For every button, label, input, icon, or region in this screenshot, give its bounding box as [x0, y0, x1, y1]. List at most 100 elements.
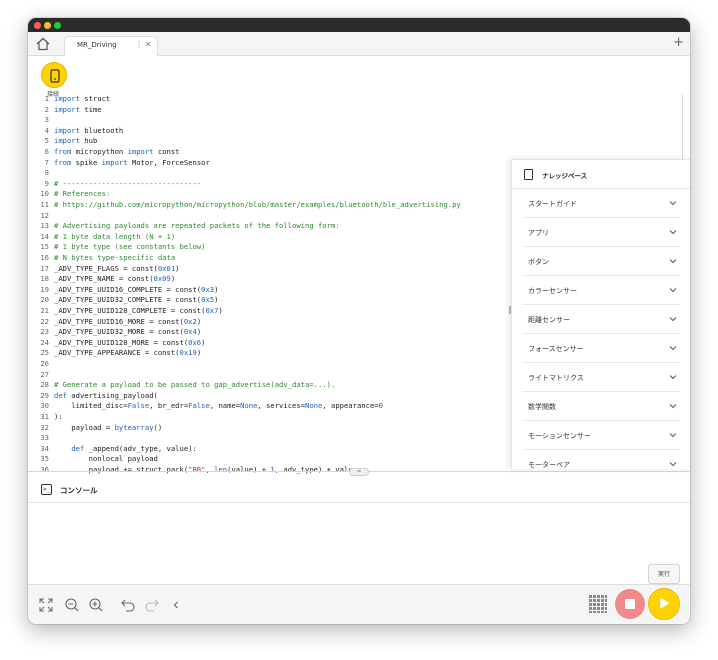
tab-mr-driving[interactable]: MR_Driving ⋮ ✕ [64, 36, 158, 56]
code-line[interactable]: 35 nonlocal payload [28, 454, 158, 465]
kb-item[interactable]: ボタン [522, 247, 680, 276]
add-icon[interactable]: + [673, 35, 684, 50]
code-token: # References: [54, 189, 111, 199]
kb-item[interactable]: フォースセンサー [522, 334, 680, 363]
line-number: 35 [40, 454, 49, 464]
code-line[interactable]: 23 _ADV_TYPE_UUID32_MORE = const(0x4) [28, 327, 201, 338]
run-button[interactable]: 実行 [648, 564, 680, 584]
kb-item[interactable]: カラーセンサー [522, 276, 680, 305]
code-token: _ADV_TYPE_UUID16_MORE = const( [54, 316, 184, 326]
code-line[interactable]: 3 [28, 115, 54, 126]
code-line[interactable]: 1 import struct [28, 94, 111, 105]
code-line[interactable]: 27 [28, 370, 54, 381]
code-line[interactable]: 25 _ADV_TYPE_APPEARANCE = const(0x19) [28, 348, 201, 359]
line-number: 2 [44, 104, 49, 114]
zoom-out-icon[interactable] [64, 597, 80, 613]
code-token: ) [196, 348, 202, 358]
kb-item[interactable]: アプリ [522, 218, 680, 247]
splitter-handle[interactable]: ═ [349, 468, 369, 476]
code-line[interactable]: 2 import time [28, 105, 102, 116]
undo-icon[interactable] [120, 597, 136, 613]
back-icon[interactable] [168, 597, 184, 613]
code-line[interactable]: 32 payload = bytearray() [28, 423, 162, 434]
code-token: advertising_payload( [66, 390, 158, 400]
code-line[interactable]: 30 limited_disc=False, br_edr=False, nam… [28, 401, 383, 412]
kb-item[interactable]: モーターペア [522, 450, 680, 469]
code-token: _ADV_TYPE_UUID32_MORE = const( [54, 327, 184, 337]
code-line[interactable]: 10 # References: [28, 189, 110, 200]
code-token: ) [196, 316, 202, 326]
console-output[interactable] [28, 504, 690, 584]
code-line[interactable]: 19 _ADV_TYPE_UUID16_COMPLETE = const(0x3) [28, 285, 218, 296]
chevron-down-icon[interactable] [668, 372, 678, 382]
menu-dots-icon[interactable]: ⋮ [135, 40, 143, 49]
line-number: 4 [44, 125, 49, 135]
connect-button[interactable] [41, 62, 67, 88]
code-line[interactable]: 14 # 1 byte data length (N + 1) [28, 232, 175, 243]
chevron-down-icon[interactable] [668, 285, 678, 295]
maximize-window-button[interactable] [54, 22, 61, 29]
code-token: 0x4 [183, 327, 197, 337]
code-line[interactable]: 28 # Generate a payload to be passed to g… [28, 380, 335, 391]
kb-item[interactable]: 数学関数 [522, 392, 680, 421]
zoom-in-icon[interactable] [88, 597, 104, 613]
code-token: ) [214, 295, 219, 305]
chevron-down-icon[interactable] [668, 314, 678, 324]
chevron-down-icon[interactable] [668, 256, 678, 266]
play-button[interactable] [648, 588, 680, 620]
kb-item[interactable]: 距離センサー [522, 305, 680, 334]
grid-icon[interactable] [588, 594, 608, 614]
code-line[interactable]: 12 [28, 211, 54, 222]
line-number: 10 [40, 189, 49, 199]
code-token: 0x2 [183, 316, 197, 326]
code-line[interactable]: 24 _ADV_TYPE_UUID128_MORE = const(0x6) [28, 338, 205, 349]
kb-item[interactable]: スタートガイド [522, 189, 680, 218]
code-editor[interactable]: 1 import struct 2 import time 3 4 import bluet… [28, 94, 508, 474]
stop-button[interactable] [615, 589, 645, 619]
chevron-down-icon[interactable] [668, 343, 678, 353]
home-icon[interactable] [35, 36, 51, 52]
code-line[interactable]: 34 def _append(adv_type, value): [28, 444, 196, 455]
line-number: 13 [40, 221, 49, 231]
redo-icon[interactable] [144, 597, 160, 613]
fullscreen-icon[interactable] [38, 597, 54, 613]
code-line[interactable]: 20 _ADV_TYPE_UUID32_COMPLETE = const(0x5) [28, 295, 218, 306]
code-line[interactable]: 17 _ADV_TYPE_FLAGS = const(0x01) [28, 264, 179, 275]
console-header: >_ コンソール [28, 478, 690, 503]
code-line[interactable]: 22 _ADV_TYPE_UUID16_MORE = const(0x2) [28, 317, 201, 328]
code-line[interactable]: 29 def advertising_payload( [28, 391, 158, 402]
line-number: 36 [40, 465, 49, 474]
code-line[interactable]: 4 import bluetooth [28, 125, 124, 137]
code-line[interactable]: 21 _ADV_TYPE_UUID128_COMPLETE = const(0x7… [28, 306, 222, 317]
chevron-down-icon[interactable] [668, 401, 678, 411]
code-token: def [54, 390, 67, 400]
code-line[interactable]: 15 # 1 byte type (see constants below) [28, 242, 205, 253]
code-token: struct [79, 94, 111, 103]
chevron-down-icon[interactable] [668, 459, 678, 469]
chevron-down-icon[interactable] [668, 198, 678, 208]
close-window-button[interactable] [34, 22, 41, 29]
knowledge-base-panel: ナレッジベース スタートガイド アプリ ボタン カラーセンサー 距離センサー フォースセン… [511, 159, 690, 469]
kb-item[interactable]: ライトマトリクス [522, 363, 680, 392]
code-line[interactable]: 26 [28, 359, 54, 370]
line-number: 20 [40, 295, 49, 305]
code-line[interactable]: 18 _ADV_TYPE_NAME = const(0x09) [28, 274, 175, 285]
kb-item[interactable]: モーションセンサー [522, 421, 680, 450]
code-token: , [205, 465, 215, 474]
chevron-down-icon[interactable] [668, 227, 678, 237]
code-token: spike [71, 157, 102, 167]
code-line[interactable]: 11 # https://github.com/micropython/micro… [28, 200, 460, 211]
code-line[interactable]: 31): [28, 412, 62, 423]
chevron-down-icon[interactable] [668, 430, 678, 440]
code-line[interactable]: 7 from spike import Motor, ForceSensor [28, 158, 210, 169]
minimize-window-button[interactable] [44, 22, 51, 29]
line-number: 19 [40, 284, 49, 294]
code-line[interactable]: 33 [28, 433, 54, 444]
code-line[interactable]: 6 from micropython import const [28, 147, 180, 158]
code-line[interactable]: 13 # Advertising payloads are repeated pa… [28, 221, 339, 232]
code-line[interactable]: 16 # N bytes type-specific data [28, 253, 175, 264]
code-line[interactable]: 8 [28, 168, 54, 179]
code-line[interactable]: 5 import hub [28, 136, 98, 147]
code-line[interactable]: 9 # -------------------------------- [28, 179, 201, 190]
close-icon[interactable]: ✕ [145, 40, 152, 49]
